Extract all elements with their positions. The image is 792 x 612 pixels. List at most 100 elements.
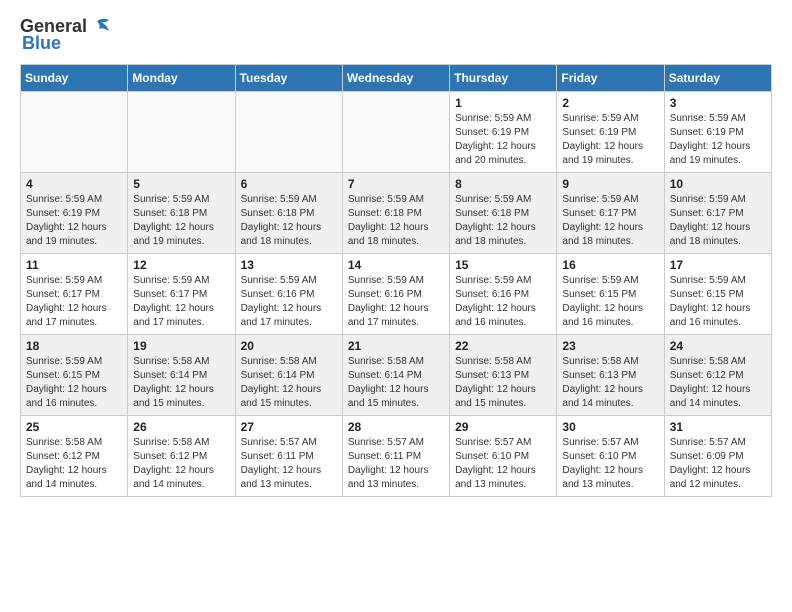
day-info: Sunrise: 5:58 AM Sunset: 6:12 PM Dayligh…: [133, 436, 229, 492]
calendar-cell: 22Sunrise: 5:58 AM Sunset: 6:13 PM Dayli…: [450, 335, 557, 416]
calendar-cell: 14 Sunrise: 5:59 AM Sunset: 6:16 PM Dayli…: [342, 254, 449, 335]
calendar-cell: 24Sunrise: 5:58 AM Sunset: 6:12 PM Dayli…: [664, 335, 771, 416]
day-number: 17: [670, 258, 766, 272]
calendar-cell: 18 Sunrise: 5:59 AM Sunset: 6:15 PM Dayli…: [21, 335, 128, 416]
day-number: 15: [455, 258, 551, 272]
day-number: 7: [348, 177, 444, 191]
day-number: 14: [348, 258, 444, 272]
calendar-cell: [128, 92, 235, 173]
calendar-cell: 12 Sunrise: 5:59 AM Sunset: 6:17 PM Dayli…: [128, 254, 235, 335]
calendar-cell: 31 Sunrise: 5:57 AM Sunset: 6:09 PM Dayli…: [664, 416, 771, 497]
day-number: 8: [455, 177, 551, 191]
day-number: 23: [562, 339, 658, 353]
day-info: Sunrise: 5:57 AM Sunset: 6:09 PM Dayligh…: [670, 436, 766, 492]
calendar-cell: 4 Sunrise: 5:59 AM Sunset: 6:19 PM Daylig…: [21, 173, 128, 254]
day-info: Sunrise: 5:59 AM Sunset: 6:17 PM Dayligh…: [26, 274, 122, 330]
day-info: Sunrise: 5:57 AM Sunset: 6:11 PM Dayligh…: [348, 436, 444, 492]
calendar-cell: 6 Sunrise: 5:59 AM Sunset: 6:18 PM Daylig…: [235, 173, 342, 254]
calendar-cell: 17 Sunrise: 5:59 AM Sunset: 6:15 PM Dayli…: [664, 254, 771, 335]
calendar-cell: 15 Sunrise: 5:59 AM Sunset: 6:16 PM Dayli…: [450, 254, 557, 335]
day-number: 16: [562, 258, 658, 272]
calendar-table: SundayMondayTuesdayWednesdayThursdayFrid…: [20, 64, 772, 497]
day-number: 4: [26, 177, 122, 191]
day-info: Sunrise: 5:59 AM Sunset: 6:15 PM Dayligh…: [562, 274, 658, 330]
day-info: Sunrise: 5:59 AM Sunset: 6:19 PM Dayligh…: [562, 112, 658, 168]
calendar-cell: 20 Sunrise: 5:58 AM Sunset: 6:14 PM Dayli…: [235, 335, 342, 416]
calendar-cell: 29 Sunrise: 5:57 AM Sunset: 6:10 PM Dayli…: [450, 416, 557, 497]
day-number: 29: [455, 420, 551, 434]
calendar-cell: 16 Sunrise: 5:59 AM Sunset: 6:15 PM Dayli…: [557, 254, 664, 335]
calendar-cell: 28 Sunrise: 5:57 AM Sunset: 6:11 PM Dayli…: [342, 416, 449, 497]
day-number: 3: [670, 96, 766, 110]
day-info: Sunrise: 5:59 AM Sunset: 6:16 PM Dayligh…: [348, 274, 444, 330]
calendar-cell: 27 Sunrise: 5:57 AM Sunset: 6:11 PM Dayli…: [235, 416, 342, 497]
calendar-cell: 7 Sunrise: 5:59 AM Sunset: 6:18 PM Daylig…: [342, 173, 449, 254]
header-friday: Friday: [557, 65, 664, 92]
day-info: Sunrise: 5:59 AM Sunset: 6:16 PM Dayligh…: [455, 274, 551, 330]
day-number: 20: [241, 339, 337, 353]
day-number: 9: [562, 177, 658, 191]
calendar-cell: 9 Sunrise: 5:59 AM Sunset: 6:17 PM Daylig…: [557, 173, 664, 254]
header-tuesday: Tuesday: [235, 65, 342, 92]
day-info: Sunrise: 5:57 AM Sunset: 6:10 PM Dayligh…: [455, 436, 551, 492]
calendar-cell: 3 Sunrise: 5:59 AM Sunset: 6:19 PM Daylig…: [664, 92, 771, 173]
day-number: 28: [348, 420, 444, 434]
calendar-cell: 26Sunrise: 5:58 AM Sunset: 6:12 PM Dayli…: [128, 416, 235, 497]
day-number: 27: [241, 420, 337, 434]
day-number: 19: [133, 339, 229, 353]
day-number: 13: [241, 258, 337, 272]
day-number: 6: [241, 177, 337, 191]
day-info: Sunrise: 5:58 AM Sunset: 6:14 PM Dayligh…: [133, 355, 229, 411]
day-info: Sunrise: 5:58 AM Sunset: 6:12 PM Dayligh…: [26, 436, 122, 492]
calendar-cell: 30 Sunrise: 5:57 AM Sunset: 6:10 PM Dayli…: [557, 416, 664, 497]
day-info: Sunrise: 5:57 AM Sunset: 6:11 PM Dayligh…: [241, 436, 337, 492]
calendar-cell: 11 Sunrise: 5:59 AM Sunset: 6:17 PM Dayli…: [21, 254, 128, 335]
day-number: 18: [26, 339, 122, 353]
day-info: Sunrise: 5:58 AM Sunset: 6:14 PM Dayligh…: [241, 355, 337, 411]
day-info: Sunrise: 5:59 AM Sunset: 6:15 PM Dayligh…: [26, 355, 122, 411]
logo: General Blue: [20, 16, 111, 54]
day-number: 2: [562, 96, 658, 110]
calendar-week-row: 25Sunrise: 5:58 AM Sunset: 6:12 PM Dayli…: [21, 416, 772, 497]
calendar-cell: [342, 92, 449, 173]
day-info: Sunrise: 5:59 AM Sunset: 6:17 PM Dayligh…: [562, 193, 658, 249]
calendar-cell: 10 Sunrise: 5:59 AM Sunset: 6:17 PM Dayli…: [664, 173, 771, 254]
header-sunday: Sunday: [21, 65, 128, 92]
day-number: 5: [133, 177, 229, 191]
day-number: 21: [348, 339, 444, 353]
calendar-cell: 21Sunrise: 5:58 AM Sunset: 6:14 PM Dayli…: [342, 335, 449, 416]
calendar-cell: 23Sunrise: 5:58 AM Sunset: 6:13 PM Dayli…: [557, 335, 664, 416]
header-monday: Monday: [128, 65, 235, 92]
day-info: Sunrise: 5:59 AM Sunset: 6:15 PM Dayligh…: [670, 274, 766, 330]
calendar-cell: 5 Sunrise: 5:59 AM Sunset: 6:18 PM Daylig…: [128, 173, 235, 254]
day-info: Sunrise: 5:57 AM Sunset: 6:10 PM Dayligh…: [562, 436, 658, 492]
day-info: Sunrise: 5:59 AM Sunset: 6:17 PM Dayligh…: [670, 193, 766, 249]
day-info: Sunrise: 5:59 AM Sunset: 6:19 PM Dayligh…: [670, 112, 766, 168]
calendar-week-row: 11 Sunrise: 5:59 AM Sunset: 6:17 PM Dayli…: [21, 254, 772, 335]
day-info: Sunrise: 5:59 AM Sunset: 6:19 PM Dayligh…: [26, 193, 122, 249]
day-number: 30: [562, 420, 658, 434]
calendar-week-row: 4 Sunrise: 5:59 AM Sunset: 6:19 PM Daylig…: [21, 173, 772, 254]
day-number: 31: [670, 420, 766, 434]
day-number: 24: [670, 339, 766, 353]
day-number: 10: [670, 177, 766, 191]
calendar-cell: 13 Sunrise: 5:59 AM Sunset: 6:16 PM Dayli…: [235, 254, 342, 335]
day-info: Sunrise: 5:59 AM Sunset: 6:18 PM Dayligh…: [133, 193, 229, 249]
day-info: Sunrise: 5:59 AM Sunset: 6:17 PM Dayligh…: [133, 274, 229, 330]
calendar-cell: [21, 92, 128, 173]
day-info: Sunrise: 5:59 AM Sunset: 6:18 PM Dayligh…: [241, 193, 337, 249]
day-info: Sunrise: 5:59 AM Sunset: 6:18 PM Dayligh…: [348, 193, 444, 249]
day-number: 12: [133, 258, 229, 272]
calendar-cell: 2 Sunrise: 5:59 AM Sunset: 6:19 PM Daylig…: [557, 92, 664, 173]
calendar-cell: 25Sunrise: 5:58 AM Sunset: 6:12 PM Dayli…: [21, 416, 128, 497]
calendar-cell: 1Sunrise: 5:59 AM Sunset: 6:19 PM Daylig…: [450, 92, 557, 173]
header-wednesday: Wednesday: [342, 65, 449, 92]
day-info: Sunrise: 5:59 AM Sunset: 6:16 PM Dayligh…: [241, 274, 337, 330]
calendar-header-row: SundayMondayTuesdayWednesdayThursdayFrid…: [21, 65, 772, 92]
day-number: 11: [26, 258, 122, 272]
calendar-week-row: 18 Sunrise: 5:59 AM Sunset: 6:15 PM Dayli…: [21, 335, 772, 416]
calendar-cell: 8Sunrise: 5:59 AM Sunset: 6:18 PM Daylig…: [450, 173, 557, 254]
day-info: Sunrise: 5:58 AM Sunset: 6:13 PM Dayligh…: [455, 355, 551, 411]
day-info: Sunrise: 5:59 AM Sunset: 6:19 PM Dayligh…: [455, 112, 551, 168]
header-saturday: Saturday: [664, 65, 771, 92]
